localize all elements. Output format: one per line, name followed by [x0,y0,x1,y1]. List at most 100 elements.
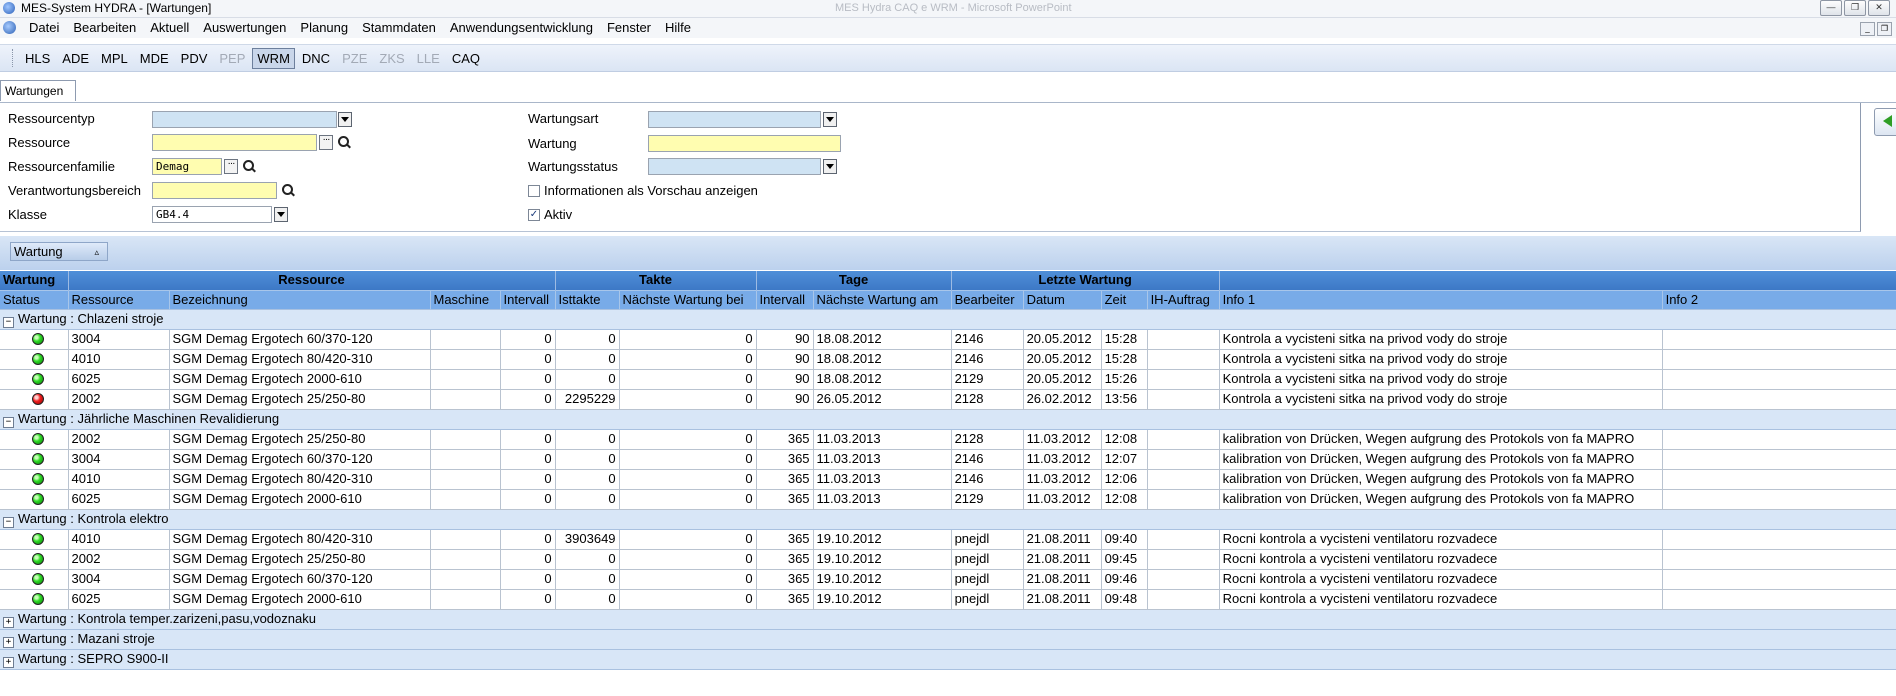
table-row[interactable]: 4010 SGM Demag Ergotech 80/420-310 0 0 0 90 18… [0,349,1896,370]
cell-datum: 21.08.2011 [1023,569,1102,590]
group-label: Wartung : Jährliche Maschinen Revalidier… [18,411,280,426]
table-row[interactable]: 2002 SGM Demag Ergotech 25/250-80 0 0 0 365 19… [0,549,1896,570]
verantwortungsbereich-field[interactable] [152,182,277,199]
ressource-field[interactable] [152,134,317,151]
back-arrow-button[interactable] [1874,108,1896,136]
table-row[interactable]: 3004 SGM Demag Ergotech 60/370-120 0 0 0 365 1… [0,449,1896,470]
menu-anwendungsentwicklung[interactable]: Anwendungsentwicklung [443,20,600,36]
mdi-restore-button[interactable]: ❐ [1877,22,1892,36]
cell-naechste-wartung-am: 11.03.2013 [813,469,952,490]
verantwortungsbereich-search-icon[interactable] [281,183,295,198]
groupby-field-wartung[interactable]: Wartung ▵ [10,242,108,261]
wartungsart-field[interactable] [648,111,821,128]
table-row[interactable]: 6025 SGM Demag Ergotech 2000-610 0 0 0 365 19.… [0,589,1896,610]
toolbar-grip[interactable] [12,49,15,67]
module-lle[interactable]: LLE [412,48,445,69]
menu-aktuell[interactable]: Aktuell [143,20,196,36]
module-hls[interactable]: HLS [20,48,55,69]
group-row[interactable]: − Wartung : Jährliche Maschinen Revalidie… [0,408,1896,430]
ressourcenfamilie-field[interactable]: Demag [152,158,222,175]
tab-wartungen[interactable]: Wartungen [0,80,76,101]
collapse-icon[interactable]: − [3,417,14,428]
col-ressource-header[interactable]: Ressource [68,289,170,309]
col-datum-header[interactable]: Datum [1023,289,1102,309]
menu-fenster[interactable]: Fenster [600,20,658,36]
ressource-search-icon[interactable] [337,135,351,150]
module-pdv[interactable]: PDV [176,48,213,69]
table-row[interactable]: 2002 SGM Demag Ergotech 25/250-80 0 0 0 365 11… [0,429,1896,450]
module-zks[interactable]: ZKS [374,48,409,69]
col-bezeichnung-header[interactable]: Bezeichnung [169,289,431,309]
status-green-light-icon [32,333,44,345]
minimize-button[interactable]: — [1820,0,1842,16]
module-caq[interactable]: CAQ [447,48,485,69]
collapse-icon[interactable]: − [3,317,14,328]
table-row[interactable]: 2002 SGM Demag Ergotech 25/250-80 0 2295229… [0,389,1896,410]
group-row[interactable]: + Wartung : SEPRO S900-II [0,648,1896,670]
expand-icon[interactable]: + [3,637,14,648]
ressource-browse-button[interactable]: ··· [319,135,333,150]
header-ressource: Ressource [68,271,556,290]
cell-bearbeiter: 2146 [951,329,1024,350]
group-row[interactable]: + Wartung : Kontrola temper.zarizeni,pasu… [0,608,1896,630]
klasse-field[interactable]: GB4.4 [152,206,272,223]
table-row[interactable]: 4010 SGM Demag Ergotech 80/420-310 0 0 0 365 1… [0,469,1896,490]
menu-auswertungen[interactable]: Auswertungen [196,20,293,36]
col-status-header[interactable]: Status [0,289,69,309]
col-maschine-header[interactable]: Maschine [430,289,501,309]
menu-stammdaten[interactable]: Stammdaten [355,20,443,36]
expand-icon[interactable]: + [3,617,14,628]
ressourcenfamilie-search-icon[interactable] [242,159,256,174]
menu-planung[interactable]: Planung [293,20,355,36]
col-naechste-wartung-am-header[interactable]: Nächste Wartung am [813,289,952,309]
wartungsstatus-dropdown-button[interactable] [823,159,837,174]
group-row[interactable]: + Wartung : Mazani stroje [0,628,1896,650]
module-dnc[interactable]: DNC [297,48,335,69]
wartung-field[interactable] [648,135,841,152]
module-pep[interactable]: PEP [214,48,250,69]
klasse-dropdown-button[interactable] [274,207,288,222]
menu-bearbeiten[interactable]: Bearbeiten [66,20,143,36]
table-row[interactable]: 6025 SGM Demag Ergotech 2000-610 0 0 0 365 11.… [0,489,1896,510]
col-info1-header[interactable]: Info 1 [1219,289,1663,309]
col-naechste-wartung-bei-header[interactable]: Nächste Wartung bei [619,289,757,309]
wartungsart-dropdown-button[interactable] [823,112,837,127]
table-row[interactable]: 4010 SGM Demag Ergotech 80/420-310 0 390364… [0,529,1896,550]
table-row[interactable]: 3004 SGM Demag Ergotech 60/370-120 0 0 0 365 1… [0,569,1896,590]
ressourcenfamilie-browse-button[interactable]: ··· [224,159,238,174]
label-wartungsstatus: Wartungsstatus [528,159,618,174]
mdi-minimize-button[interactable]: _ [1860,22,1875,36]
module-mpl[interactable]: MPL [96,48,133,69]
table-row[interactable]: 6025 SGM Demag Ergotech 2000-610 0 0 0 90 18.0… [0,369,1896,390]
cell-ih-auftrag [1147,449,1220,470]
window-title: MES-System HYDRA - [Wartungen] [21,1,212,15]
collapse-icon[interactable]: − [3,517,14,528]
ressourcentyp-field[interactable] [152,111,337,128]
module-pze[interactable]: PZE [337,48,372,69]
group-row[interactable]: − Wartung : Kontrola elektro [0,508,1896,530]
aktiv-checkbox[interactable]: ✓ [528,209,540,221]
vorschau-checkbox[interactable] [528,185,540,197]
expand-icon[interactable]: + [3,657,14,668]
mdi-document-icon[interactable] [3,21,16,34]
menu-hilfe[interactable]: Hilfe [658,20,698,36]
module-mde[interactable]: MDE [135,48,174,69]
maximize-button[interactable]: ❐ [1844,0,1866,16]
col-ih-auftrag-header[interactable]: IH-Auftrag [1147,289,1220,309]
wartungsstatus-field[interactable] [648,158,821,175]
group-row[interactable]: − Wartung : Chlazeni stroje [0,308,1896,330]
table-row[interactable]: 3004 SGM Demag Ergotech 60/370-120 0 0 0 90 18… [0,329,1896,350]
col-tage-intervall-header[interactable]: Intervall [756,289,814,309]
ressourcentyp-dropdown-button[interactable] [338,112,352,127]
module-wrm[interactable]: WRM [252,48,295,69]
cell-naechste-wartung-bei: 0 [619,369,757,390]
col-isttakte-header[interactable]: Isttakte [555,289,620,309]
col-zeit-header[interactable]: Zeit [1101,289,1148,309]
menu-datei[interactable]: Datei [22,20,66,36]
col-info2-header[interactable]: Info 2 [1662,289,1896,309]
cell-naechste-wartung-am: 19.10.2012 [813,529,952,550]
col-bearbeiter-header[interactable]: Bearbeiter [951,289,1024,309]
col-takte-intervall-header[interactable]: Intervall [500,289,556,309]
module-ade[interactable]: ADE [57,48,94,69]
close-button[interactable]: ✕ [1868,0,1890,16]
